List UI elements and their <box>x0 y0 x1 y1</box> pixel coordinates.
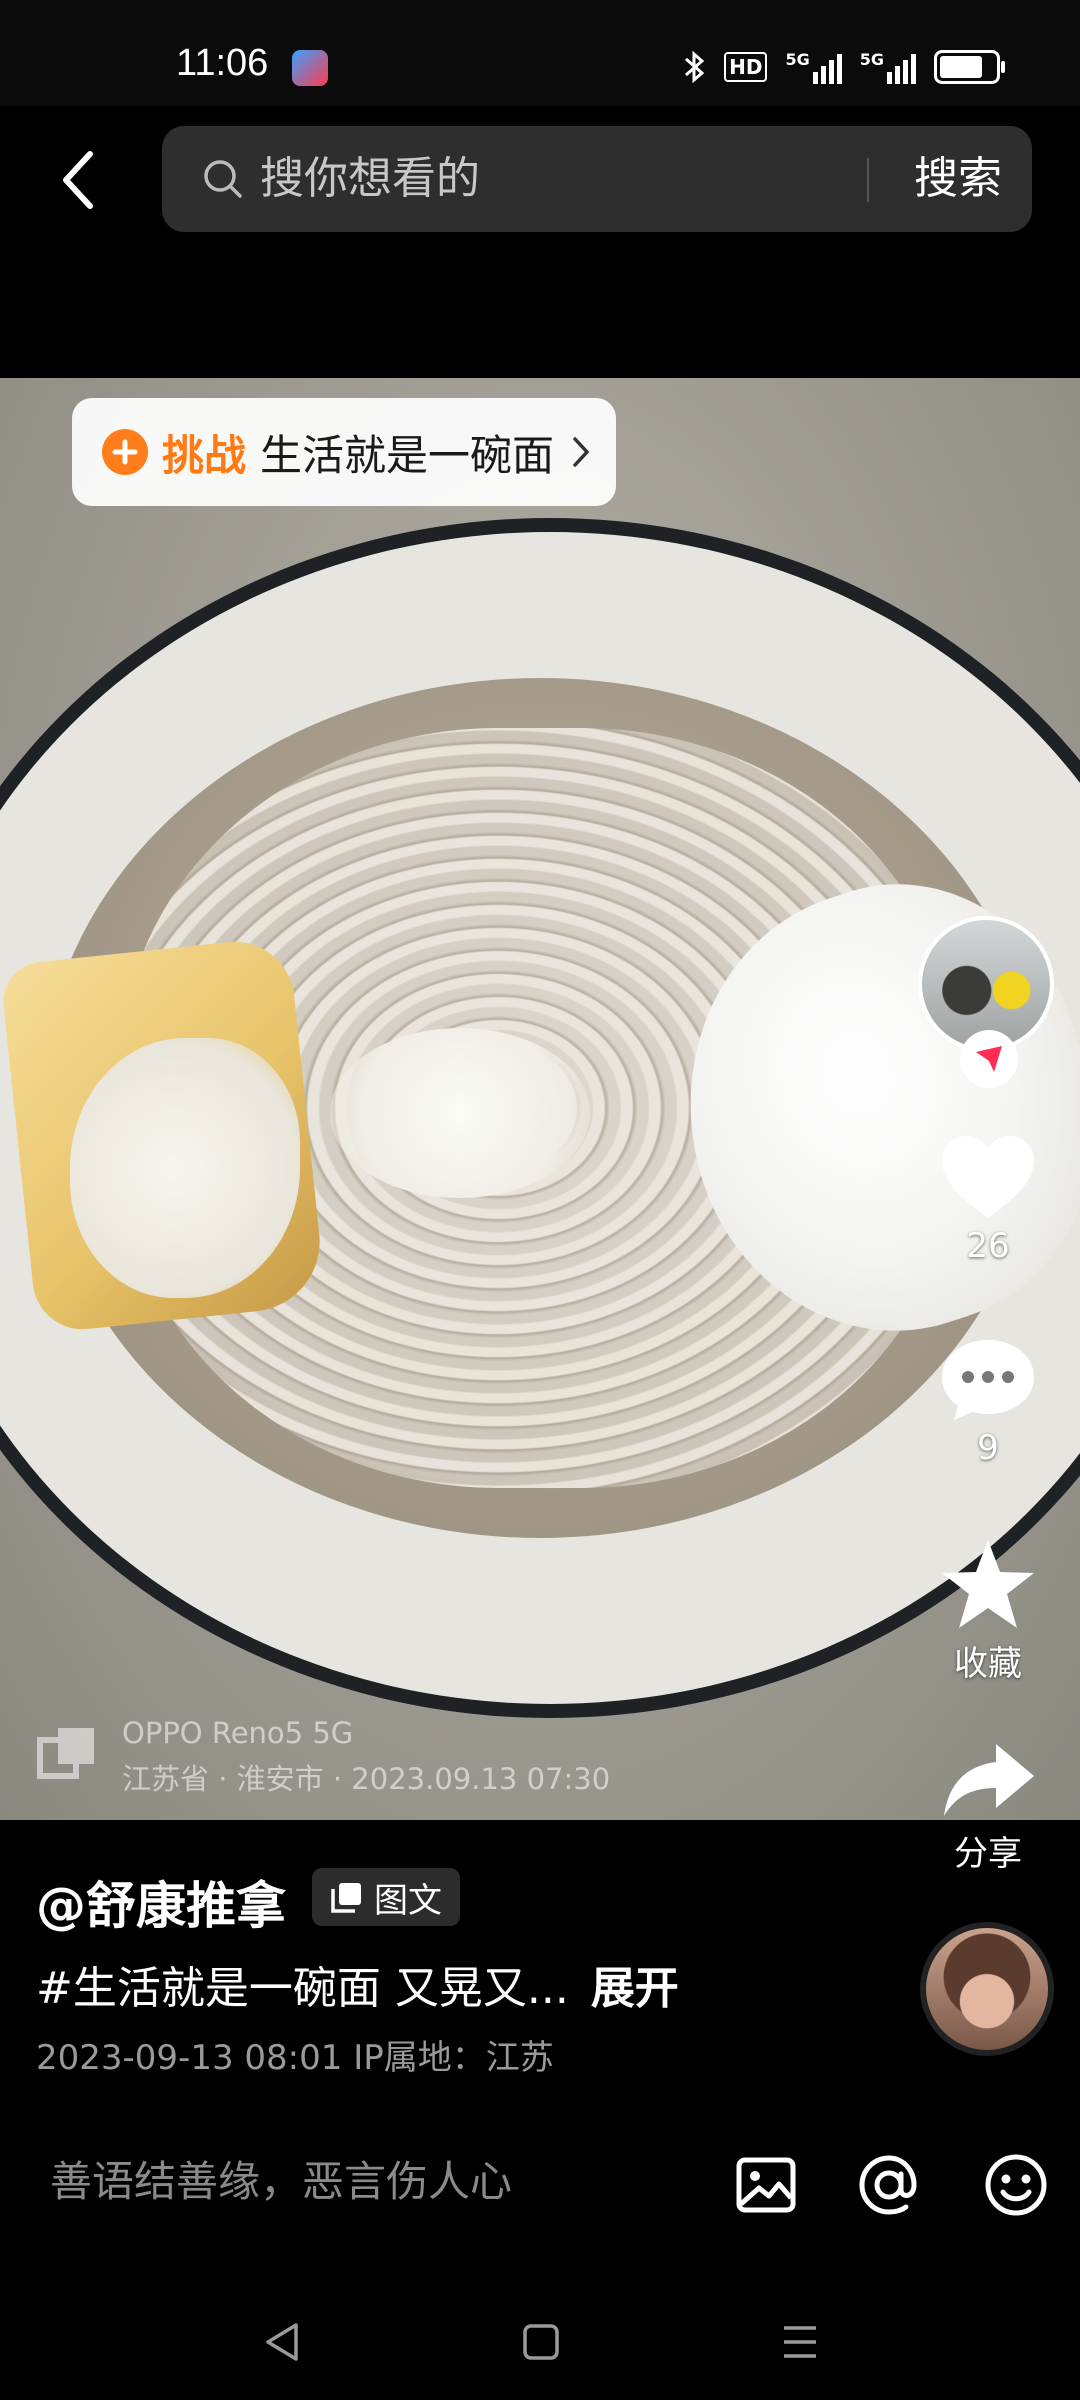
follow-button[interactable] <box>960 1030 1018 1088</box>
nav-back-icon <box>266 2323 298 2361</box>
post-type-label: 图文 <box>374 1880 442 1921</box>
bluetooth-icon <box>685 50 705 84</box>
comment-count: 9 <box>977 1428 999 1468</box>
caption-text: #生活就是一碗面 又晃又... <box>36 1963 569 2014</box>
search-icon <box>204 160 242 198</box>
author-name[interactable]: @舒康推拿 <box>36 1866 286 1938</box>
post-image[interactable] <box>0 378 1080 1820</box>
image-text-icon <box>331 1883 361 1913</box>
like-count: 26 <box>966 1226 1010 1266</box>
network-label: 5G <box>785 50 810 69</box>
back-arrow-icon <box>63 151 93 209</box>
search-divider <box>867 158 869 202</box>
screen: 11:06 HD 5G 5G 搜你想看的 搜索 挑战 生活就是一碗面 OPPO … <box>0 0 1080 2400</box>
post-type-badge: 图文 <box>312 1868 460 1926</box>
challenge-icon <box>102 429 148 475</box>
search-bar[interactable]: 搜你想看的 搜索 <box>162 126 1032 232</box>
emoji-button[interactable] <box>983 2152 1049 2218</box>
egg-white-piece <box>330 1028 590 1198</box>
search-input[interactable]: 搜你想看的 <box>260 126 480 232</box>
favorite-label: 收藏 <box>954 1644 1022 1684</box>
status-time: 11:06 <box>176 42 269 84</box>
app-notification-icon <box>292 50 328 86</box>
watermark-logo-icon <box>37 1728 94 1779</box>
image-button[interactable] <box>733 2152 799 2218</box>
post-meta: 2023-09-13 08:01 IP属地：江苏 <box>36 2038 554 2078</box>
status-icons: HD 5G 5G <box>684 50 1005 84</box>
like-button[interactable]: 26 <box>930 1132 1046 1266</box>
star-icon <box>942 1540 1034 1628</box>
comment-input[interactable]: 善语结善缘，恶言伤人心 <box>50 2150 512 2214</box>
share-label: 分享 <box>954 1834 1022 1874</box>
signal-5g-2-icon: 5G <box>860 50 916 84</box>
back-button[interactable] <box>48 140 108 220</box>
post-caption[interactable]: #生活就是一碗面 又晃又... 展开 <box>36 1952 679 2016</box>
status-bar: 11:06 HD 5G 5G <box>0 0 1080 106</box>
chevron-right-icon <box>573 437 590 467</box>
hd-voice-icon: HD <box>724 52 768 82</box>
nav-menu-icon <box>784 2326 816 2358</box>
emoji-icon <box>985 2154 1047 2216</box>
nav-home-icon <box>523 2324 559 2360</box>
favorite-button[interactable]: 收藏 <box>930 1536 1046 1685</box>
nav-home-button[interactable] <box>511 2312 571 2372</box>
watermark-device: OPPO Reno5 5G <box>122 1716 354 1750</box>
camera-watermark: OPPO Reno5 5G 江苏省 · 淮安市 · 2023.09.13 07:… <box>36 1710 610 1802</box>
battery-level <box>940 56 982 78</box>
mention-button[interactable] <box>856 2152 922 2218</box>
image-icon <box>736 2157 796 2213</box>
expand-link[interactable]: 展开 <box>591 1963 679 2014</box>
challenge-tag[interactable]: 挑战 生活就是一碗面 <box>72 398 617 506</box>
nav-menu-button[interactable] <box>770 2312 830 2372</box>
signal-5g-1-icon: 5G <box>785 50 842 84</box>
heart-icon <box>942 1136 1034 1218</box>
challenge-title: 生活就是一碗面 <box>260 430 555 480</box>
egg-white-piece <box>70 1038 300 1298</box>
share-icon <box>944 1744 1034 1816</box>
share-button[interactable]: 分享 <box>930 1738 1046 1875</box>
search-button[interactable]: 搜索 <box>884 126 1032 232</box>
at-icon <box>859 2155 917 2215</box>
watermark-location: 江苏省 · 淮安市 · 2023.09.13 07:30 <box>122 1762 611 1796</box>
challenge-label: 挑战 <box>162 430 247 480</box>
comment-button[interactable]: 9 <box>930 1334 1046 1468</box>
battery-icon <box>934 50 1005 84</box>
comment-icon <box>942 1340 1034 1420</box>
network-label: 5G <box>859 50 884 69</box>
follow-icon <box>976 1046 1002 1072</box>
nav-back-button[interactable] <box>252 2312 312 2372</box>
music-disc[interactable] <box>920 1922 1054 2056</box>
